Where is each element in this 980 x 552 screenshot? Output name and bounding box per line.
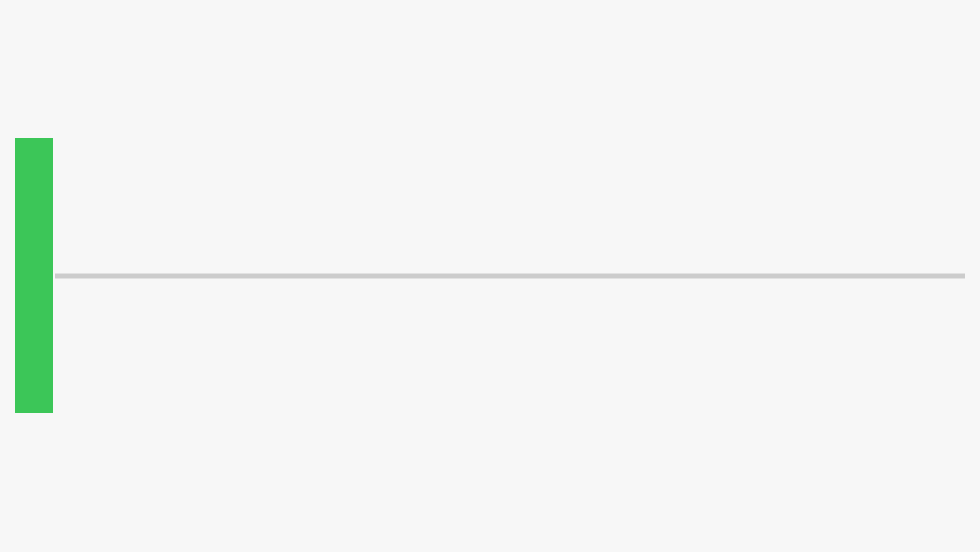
- slider[interactable]: [15, 138, 965, 413]
- slider-handle[interactable]: [15, 138, 53, 413]
- slider-track: [55, 273, 965, 278]
